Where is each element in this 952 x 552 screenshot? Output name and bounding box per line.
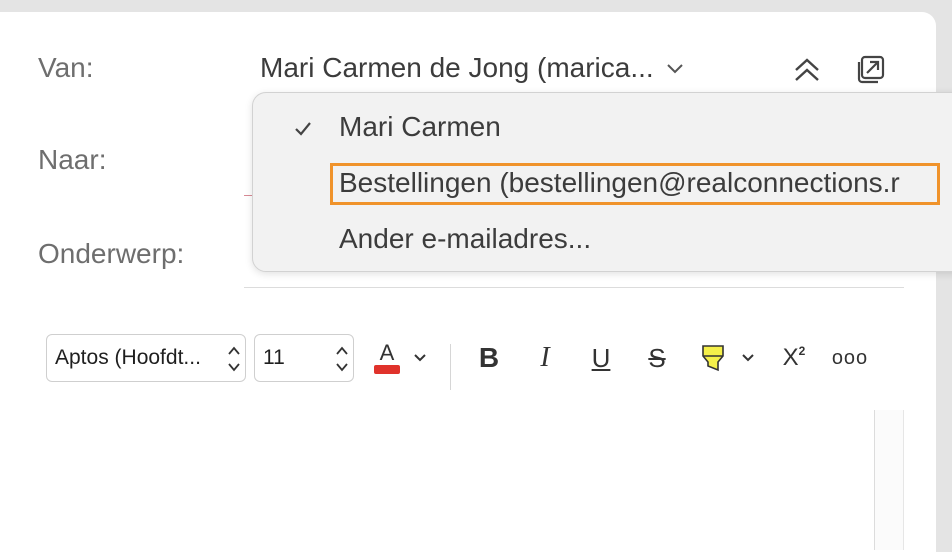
bold-button[interactable]: B <box>476 342 502 374</box>
superscript-exponent: 2 <box>798 344 806 358</box>
subject-field-underline[interactable] <box>244 287 904 288</box>
superscript-base: X <box>782 344 799 371</box>
font-size-select[interactable]: 11 <box>254 334 354 382</box>
from-account-selector[interactable]: Mari Carmen de Jong (marica... <box>260 52 686 84</box>
pop-out-icon[interactable] <box>854 52 888 86</box>
chevron-down-icon <box>666 64 683 74</box>
underline-button[interactable]: U <box>588 342 614 374</box>
font-family-value: Aptos (Hoofdt... <box>55 346 201 369</box>
body-scrollbar[interactable] <box>874 410 904 550</box>
checkmark-icon <box>295 122 311 136</box>
font-size-value: 11 <box>263 346 285 369</box>
italic-button[interactable]: I <box>532 342 558 374</box>
font-color-glyph: A <box>379 339 395 365</box>
stepper-icon <box>336 346 348 372</box>
dropdown-item-mari-carmen[interactable]: Mari Carmen <box>339 111 501 143</box>
highlighter-icon[interactable] <box>698 342 728 374</box>
stepper-icon <box>228 346 240 372</box>
from-account-value: Mari Carmen de Jong (marica... <box>260 52 654 83</box>
superscript-button[interactable]: X 2 <box>778 342 810 374</box>
chevron-down-icon[interactable] <box>740 342 756 374</box>
font-color-swatch <box>374 364 400 374</box>
formatting-toolbar: Aptos (Hoofdt... 11 A B I U S X 2 ooo <box>46 334 906 390</box>
collapse-header-icon[interactable] <box>790 52 824 86</box>
from-label: Van: <box>38 52 94 83</box>
from-account-dropdown: Mari Carmen Bestellingen (bestellingen@r… <box>252 92 952 272</box>
more-options-button[interactable]: ooo <box>832 342 868 374</box>
to-label: Naar: <box>38 144 107 175</box>
subject-label: Onderwerp: <box>38 238 185 269</box>
strikethrough-button[interactable]: S <box>644 342 670 374</box>
dropdown-item-other-address[interactable]: Ander e-mailadres... <box>339 223 591 255</box>
font-family-select[interactable]: Aptos (Hoofdt... <box>46 334 246 382</box>
chevron-down-icon[interactable] <box>412 342 428 374</box>
dropdown-item-bestellingen[interactable]: Bestellingen (bestellingen@realconnectio… <box>339 167 900 199</box>
toolbar-divider <box>450 344 451 390</box>
font-color-button[interactable]: A <box>372 339 402 374</box>
